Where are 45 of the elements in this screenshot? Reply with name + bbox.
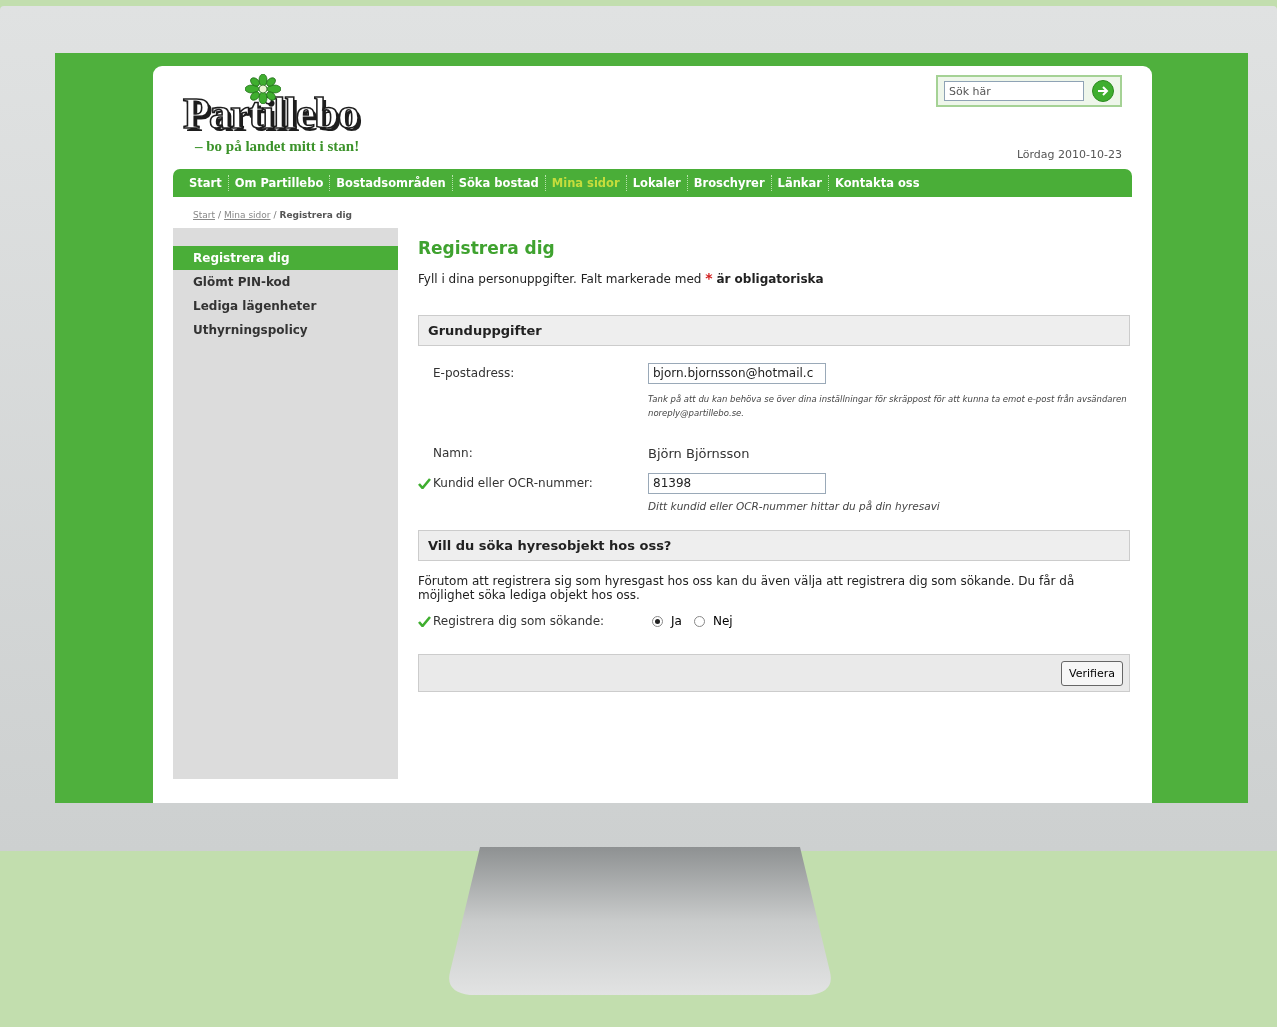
sidebar-item[interactable]: Glömt PIN-kod [173,270,398,294]
nav-link[interactable]: Start [183,176,228,190]
nav-link[interactable]: Lokaler [626,176,687,190]
page-title: Registrera dig [418,238,556,258]
sidebar-item[interactable]: Lediga lägenheter [173,294,398,318]
section-description: Förutom att registrera sig som hyresgast hos oss kan du även välja att registrera dig som sökande. Du får då möjlighet söka lediga objekt hos oss. [418,574,1076,602]
field-label: Namn: [432,446,473,460]
intro-text: Fyll i dina personuppgifter. Falt markerade med [418,272,702,286]
input-field[interactable]: bjorn.bjornsson@hotmail.c [648,362,826,384]
radio-button[interactable] [693,615,705,627]
nav-link[interactable]: Bostadsområden [330,176,452,190]
nav-link[interactable]: Kontakta oss [828,176,926,190]
breadcrumb-link[interactable]: Mina sidor [224,210,271,228]
nav-link[interactable]: Om Partillebo [228,176,330,190]
required-mark: * [705,270,713,286]
breadcrumb-separator: / [273,210,277,222]
arrow-icon [1097,85,1109,97]
search-field[interactable]: Sök här [944,81,1084,101]
field-label: Registrera dig som sökande: [418,614,605,628]
nav-link[interactable]: Söka bostad [452,176,545,190]
nav-link[interactable]: Mina sidor [545,176,626,190]
name-value: Björn Björnsson [648,445,750,461]
radio-button[interactable] [652,615,663,627]
nav-link[interactable]: Broschyrer [687,176,771,190]
breadcrumb-link[interactable]: Start [193,210,215,228]
search-button[interactable] [1092,80,1114,102]
verify-button[interactable]: Verifiera [1061,660,1123,686]
sidebar-item[interactable]: Uthyrningspolicy [173,318,398,342]
date-text: Lördag 2010-10-23 [1016,148,1122,161]
breadcrumb-current: Registrera dig [279,210,352,222]
field-hint: Ditt kundid eller OCR-nummer hittar du på din hyresavi [648,499,941,514]
nav-link[interactable]: Länkar [771,176,828,190]
sidebar-item[interactable]: Registrera dig [173,246,398,270]
section-header: Vill du söka hyresobjekt hos oss? [418,530,1130,561]
field-label: E-postadress: [432,366,515,380]
logo-wordmark[interactable]: Partillebo [183,92,359,136]
breadcrumb-separator: / [218,210,222,222]
radio-label: Ja [671,614,682,628]
intro-emphasis: är obligatoriska [716,272,824,286]
field-hint: Tank på att du kan behöva se över dina inställningar för skräppost för att kunna ta emot e-post från avsändaren noreply@partillebo.se. [648,393,1128,420]
logo-tagline: – bo på landet mitt i stan! [195,138,360,155]
section-header: Grunduppgifter [418,315,1130,346]
radio-label: Nej [712,614,733,628]
input-field[interactable]: 81398 [648,472,826,494]
field-label: Kundid eller OCR-nummer: [418,476,593,490]
